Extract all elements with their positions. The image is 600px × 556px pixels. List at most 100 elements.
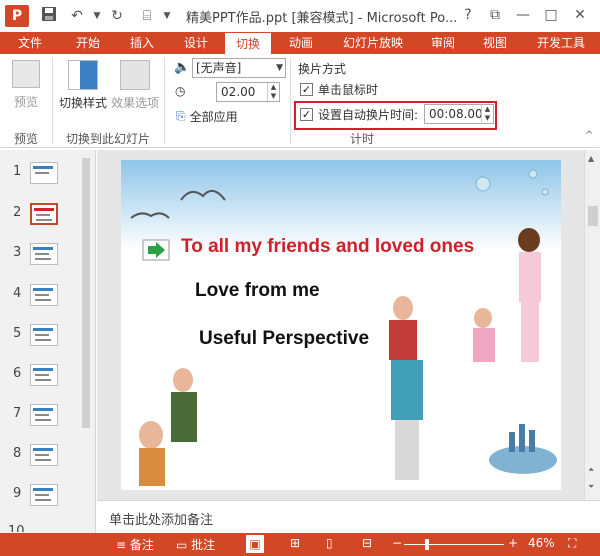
slide-thumbnail[interactable] xyxy=(30,404,58,426)
group-divider xyxy=(52,58,53,144)
current-slide[interactable]: To all my friends and loved ones Love fr… xyxy=(121,160,561,490)
comments-label: 批注 xyxy=(191,538,216,552)
notes-toggle-button[interactable]: ≡ 备注 xyxy=(116,536,154,553)
apply-all-label: 全部应用 xyxy=(189,110,238,124)
slide-line-1[interactable]: To all my friends and loved ones xyxy=(181,236,474,258)
stepper-arrows-icon[interactable]: ▲ ▼ xyxy=(267,83,279,101)
slide-thumbnail[interactable] xyxy=(30,284,58,306)
maximize-button[interactable]: □ xyxy=(538,4,564,26)
scroll-up-icon[interactable]: ▲ xyxy=(588,154,594,163)
effect-options-label: 效果选项 xyxy=(110,96,159,110)
save-icon[interactable] xyxy=(38,6,60,26)
switch-style-button[interactable]: 切换样式 xyxy=(56,60,110,111)
tab-file[interactable]: 文件 xyxy=(0,32,60,54)
tab-developer[interactable]: 开发工具 xyxy=(526,32,596,54)
slide-thumbnail-panel: 1 2 3 4 5 6 7 8 9 10 xyxy=(0,150,96,533)
undo-dropdown-icon[interactable]: ▼ xyxy=(86,6,108,26)
tab-review[interactable]: 审阅 xyxy=(420,32,466,54)
zoom-out-icon[interactable]: − xyxy=(392,536,402,550)
help-button[interactable]: ? xyxy=(455,4,481,26)
undo-icon[interactable]: ↶ xyxy=(66,6,88,26)
tab-insert[interactable]: 插入 xyxy=(118,32,166,54)
notes-placeholder[interactable]: 单击此处添加备注 xyxy=(109,509,213,528)
thumbnail-number: 3 xyxy=(13,245,22,260)
preview-icon xyxy=(12,60,40,88)
thumbnail-number: 10 xyxy=(8,524,25,532)
previous-slide-icon[interactable]: ⏶ xyxy=(588,465,594,475)
document-title: 精美PPT作品.ppt [兼容模式] - Microsoft Po... xyxy=(186,11,458,26)
slide-line-3[interactable]: Useful Perspective xyxy=(199,328,369,350)
transition-style-icon xyxy=(68,60,98,90)
slide-thumbnail[interactable] xyxy=(30,444,58,466)
sound-icon: 🔈 xyxy=(174,60,191,75)
notes-label: 备注 xyxy=(129,538,154,552)
zoom-slider-handle[interactable] xyxy=(425,539,429,550)
thumbnail-number: 1 xyxy=(13,164,22,179)
apply-all-icon: ⎘ xyxy=(176,109,186,123)
group-label-preview: 预览 xyxy=(14,132,39,146)
redo-icon[interactable]: ↻ xyxy=(106,6,128,26)
status-bar: ≡ 备注 ▭ 批注 ▣ ⊞ ▯ ⊟ − + 46% ⛶ xyxy=(0,533,600,556)
reading-view-icon[interactable]: ▯ xyxy=(326,536,333,550)
collapse-ribbon-icon[interactable]: ^ xyxy=(585,130,593,141)
auto-time-highlight-box xyxy=(294,101,497,130)
thumbnail-number: 4 xyxy=(13,286,22,301)
duration-stepper[interactable]: 02.00 ▲ ▼ xyxy=(216,82,280,102)
thumbnail-scrollbar[interactable] xyxy=(80,154,92,529)
slide-thumbnail-selected[interactable] xyxy=(30,203,58,225)
slide-sorter-icon[interactable]: ⊞ xyxy=(290,536,300,550)
tab-slideshow[interactable]: 幻灯片放映 xyxy=(333,32,413,54)
customize-toolbar-icon[interactable]: ▼ xyxy=(156,6,178,26)
title-bar: P ↶ ▼ ↻ ⌸ ▼ 精美PPT作品.ppt [兼容模式] - Microso… xyxy=(0,0,600,32)
tab-transitions[interactable]: 切换 xyxy=(224,32,272,54)
slide-thumbnail[interactable] xyxy=(30,364,58,386)
apply-all-button[interactable]: ⎘ 全部应用 xyxy=(176,108,238,125)
switch-mode-title: 换片方式 xyxy=(298,62,347,76)
tab-view[interactable]: 视图 xyxy=(472,32,518,54)
effect-options-button[interactable]: 效果选项 xyxy=(110,60,160,111)
comments-toggle-button[interactable]: ▭ 批注 xyxy=(176,536,215,553)
powerpoint-app-icon[interactable]: P xyxy=(5,5,29,27)
thumbnail-number: 6 xyxy=(13,366,22,381)
slide-illustration xyxy=(130,169,557,486)
slide-scrollbar[interactable]: ▲ ⏶ ⏷ xyxy=(584,150,600,500)
chevron-down-icon: ▼ xyxy=(276,63,283,73)
group-divider xyxy=(164,58,165,144)
slide-line-2[interactable]: Love from me xyxy=(195,280,320,302)
notes-pane[interactable]: 单击此处添加备注 xyxy=(97,500,600,533)
preview-button[interactable]: 预览 xyxy=(6,60,46,110)
comment-icon: ▭ xyxy=(176,538,192,552)
effect-options-icon xyxy=(120,60,150,90)
ribbon-display-options-button[interactable]: ⧉ xyxy=(482,4,508,26)
next-slide-icon[interactable]: ⏷ xyxy=(588,482,594,492)
zoom-slider[interactable] xyxy=(404,544,504,545)
preview-label: 预览 xyxy=(13,95,38,109)
minimize-button[interactable]: — xyxy=(510,4,536,26)
slide-thumbnail[interactable] xyxy=(30,162,58,184)
tab-animations[interactable]: 动画 xyxy=(277,32,325,54)
duration-clock-icon: ◷ xyxy=(175,84,186,98)
slide-thumbnail[interactable] xyxy=(30,324,58,346)
group-label-timing: 计时 xyxy=(350,132,375,146)
group-divider xyxy=(290,58,291,144)
scrollbar-thumb[interactable] xyxy=(82,158,90,428)
thumbnail-number: 8 xyxy=(13,446,22,461)
thumbnail-number: 5 xyxy=(13,326,22,341)
zoom-percent[interactable]: 46% xyxy=(528,536,555,550)
fit-to-window-icon[interactable]: ⛶ xyxy=(568,536,576,551)
close-button[interactable]: ✕ xyxy=(567,4,593,26)
switch-style-label: 切换样式 xyxy=(58,96,107,110)
slideshow-from-start-icon[interactable]: ⌸ xyxy=(136,6,158,26)
slide-editor: To all my friends and loved ones Love fr… xyxy=(97,150,600,500)
zoom-in-icon[interactable]: + xyxy=(508,536,518,550)
checkbox-checked-icon: ✓ xyxy=(300,83,313,96)
normal-view-icon[interactable]: ▣ xyxy=(246,535,264,553)
sound-select[interactable]: [无声音] ▼ xyxy=(192,58,286,78)
scrollbar-thumb[interactable] xyxy=(588,206,598,226)
on-click-checkbox[interactable]: ✓ 单击鼠标时 xyxy=(300,81,378,98)
slide-thumbnail[interactable] xyxy=(30,243,58,265)
tab-design[interactable]: 设计 xyxy=(172,32,220,54)
slide-thumbnail[interactable] xyxy=(30,484,58,506)
slideshow-view-icon[interactable]: ⊟ xyxy=(362,536,372,550)
tab-home[interactable]: 开始 xyxy=(64,32,112,54)
